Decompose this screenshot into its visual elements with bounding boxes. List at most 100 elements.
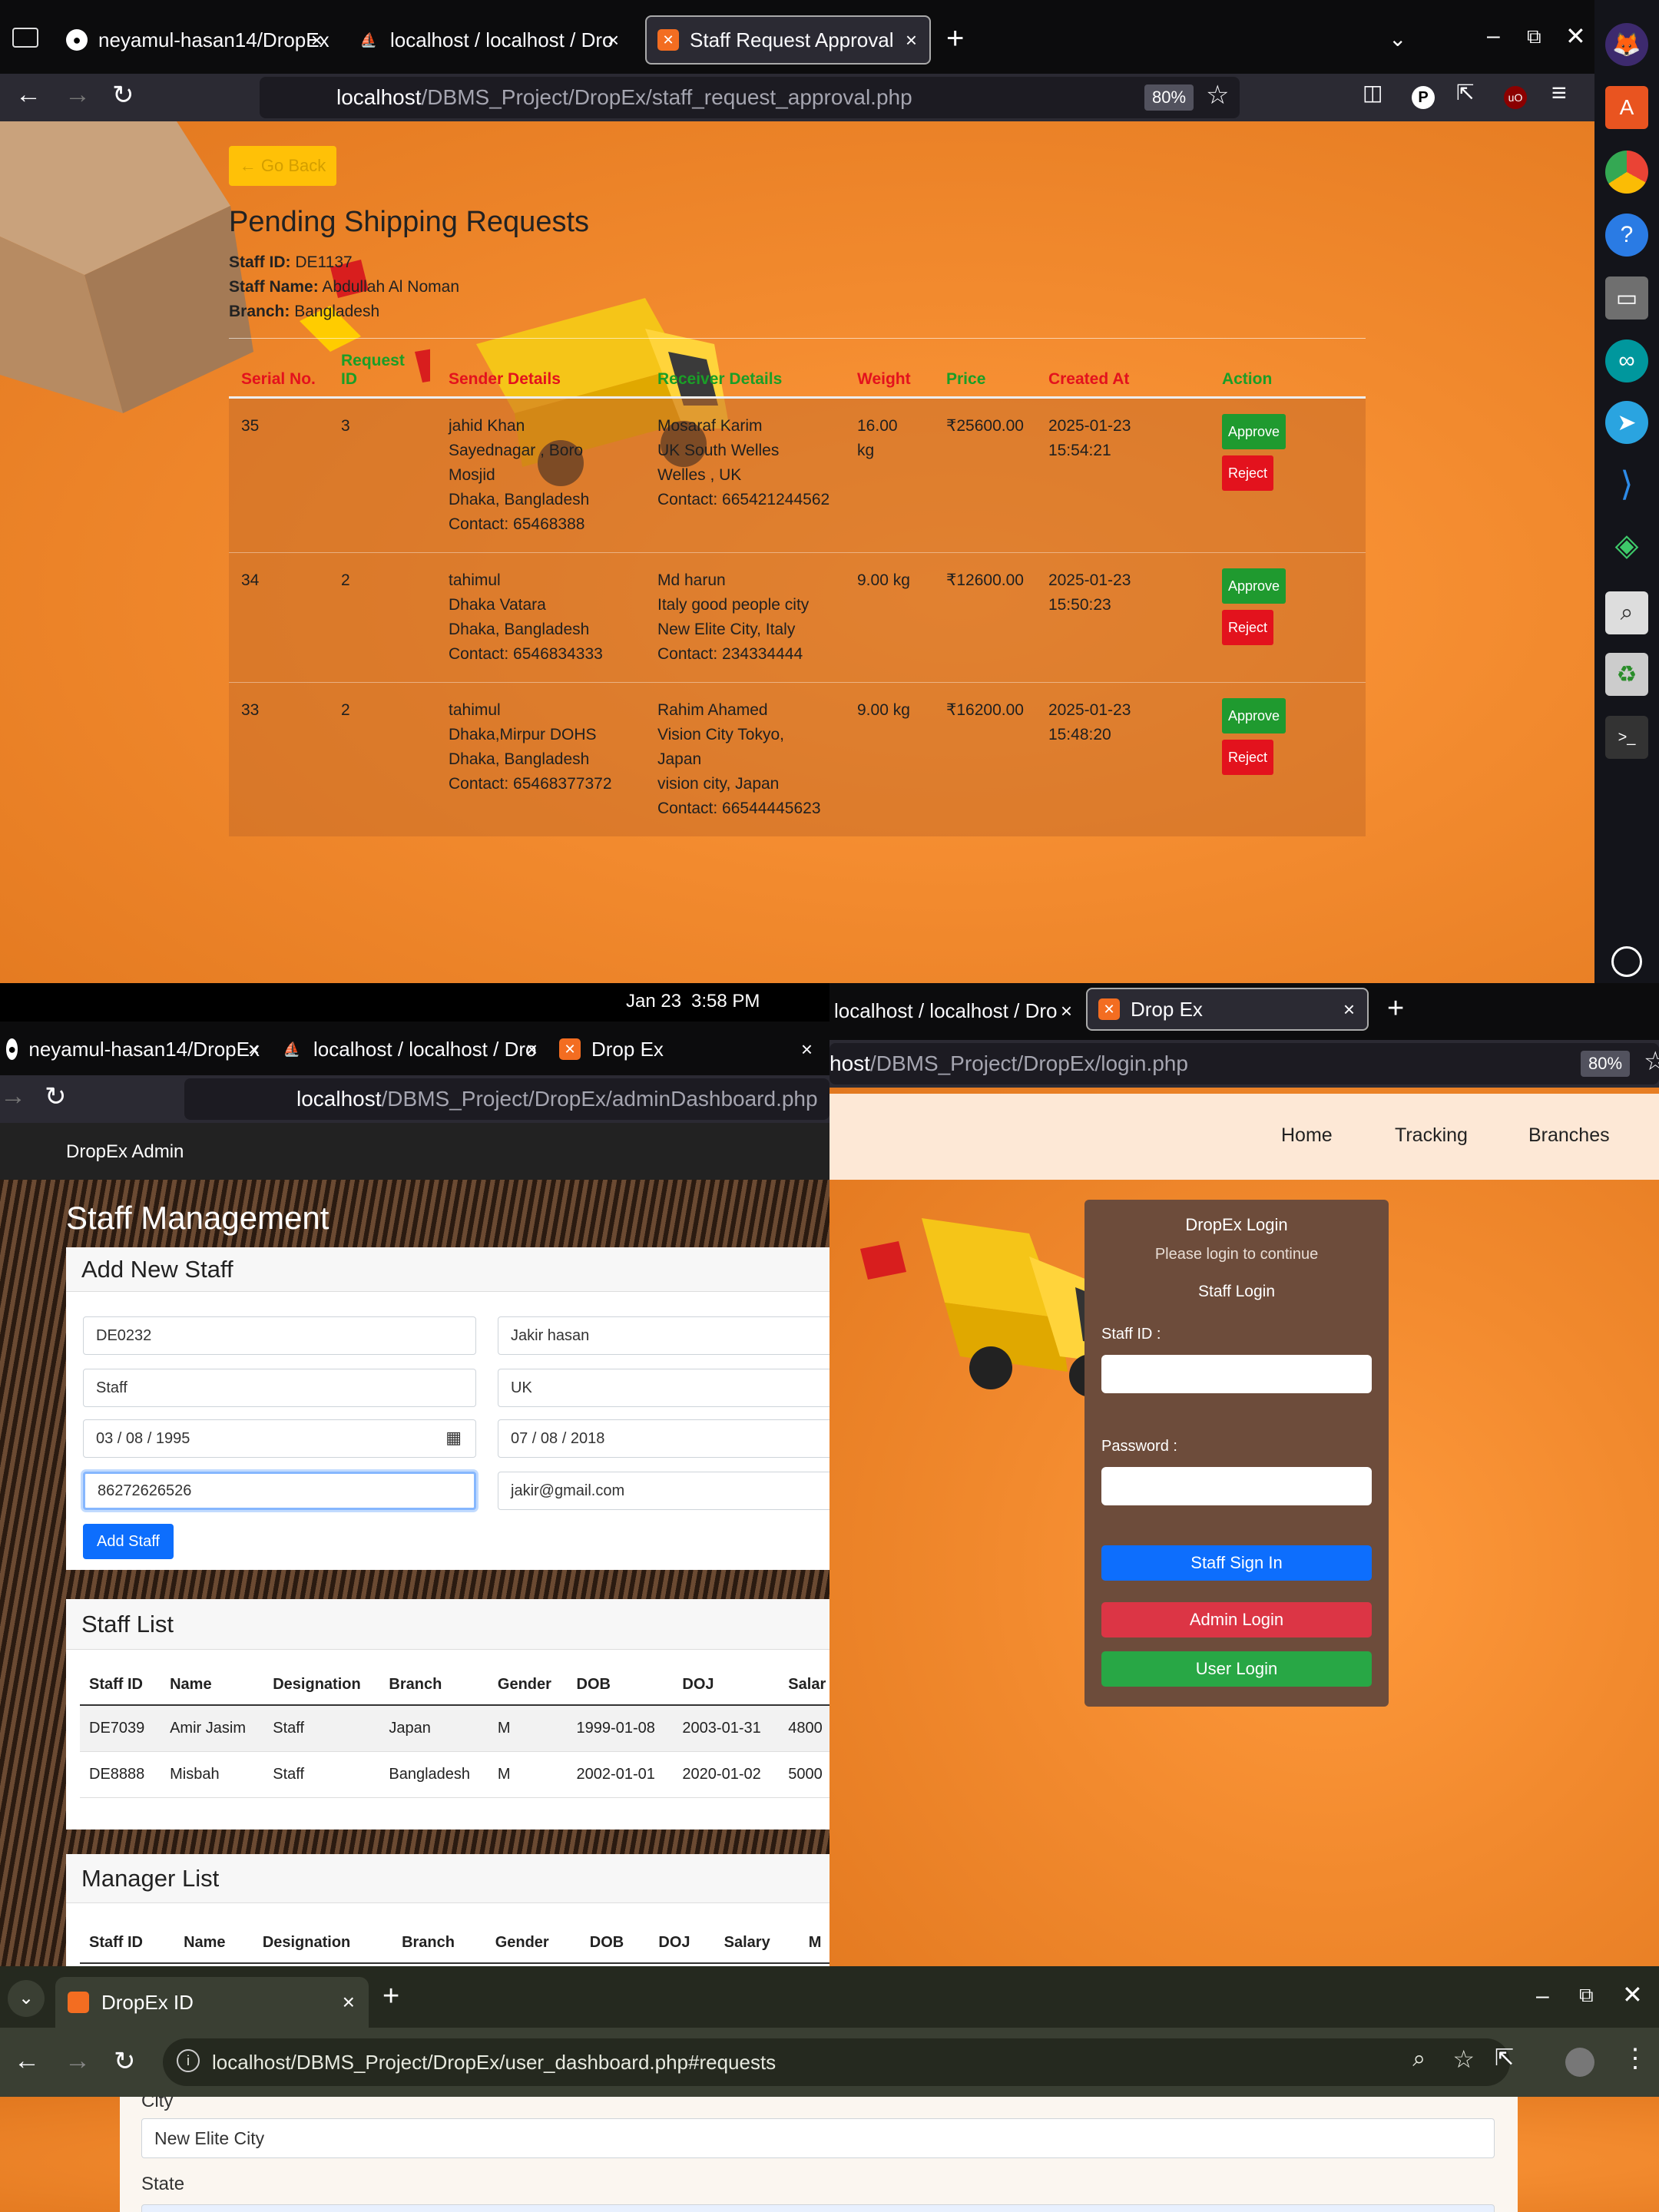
close-window-icon[interactable]: ✕ [1622,1980,1643,2009]
brand[interactable]: DropEx Admin [66,1141,184,1163]
arduino-icon[interactable]: ∞ [1605,339,1648,382]
minimize-icon[interactable]: – [1487,23,1500,49]
close-tab-icon[interactable]: × [526,1038,538,1061]
zoom-badge[interactable]: 80% [1144,84,1194,111]
back-icon[interactable]: ← [15,80,41,110]
url-bar[interactable]: host/DBMS_Project/DropEx/login.php [830,1043,1659,1084]
firefox-icon[interactable]: 🦊 [1605,23,1648,66]
staff-id-field[interactable] [1101,1355,1372,1393]
tab-phpmyadmin[interactable]: localhost / localhost / Dro × [834,986,1072,1035]
add-staff-button[interactable]: Add Staff [83,1524,174,1559]
tab-dropex-id[interactable]: DropEx ID × [55,1977,369,2028]
extensions-icon[interactable]: ⇱ [1456,80,1474,105]
staff-col-header: Branch [379,1665,488,1706]
bookmark-star-icon[interactable]: ☆ [1206,80,1229,111]
reject-button[interactable]: Reject [1221,740,1273,775]
new-tab-icon[interactable]: + [946,22,964,56]
chrome-menu-icon[interactable]: ⋮ [1622,2043,1648,2074]
reload-icon[interactable]: ↻ [45,1081,67,1112]
staff-cell: Bangladesh [379,1751,488,1798]
back-icon[interactable]: ← [14,2046,40,2076]
bookmark-star-icon[interactable]: ☆ [1452,2045,1475,2074]
terminal-icon[interactable]: >_ [1605,716,1648,759]
restore-icon[interactable]: ⧉ [1579,1983,1594,2008]
tab-github[interactable]: ● neyamul-hasan14/DropEx × [6,1025,260,1074]
close-tab-icon[interactable]: × [801,1038,813,1061]
close-tab-icon[interactable]: × [311,28,323,52]
menu-icon[interactable]: ≡ [1551,78,1567,108]
tab-search-icon[interactable]: ⌄ [8,1980,45,2017]
nav-branches[interactable]: Branches [1528,1124,1610,1147]
forward-icon[interactable]: → [0,1081,26,1111]
staff-sign-in-button[interactable]: Staff Sign In [1101,1545,1372,1581]
trash-icon[interactable]: ♻ [1605,653,1648,696]
vscode-icon[interactable]: ⟩ [1605,462,1648,505]
list-tabs-icon[interactable]: ⌄ [1389,26,1406,51]
bookmark-star-icon[interactable]: ☆ [1644,1046,1659,1077]
tab-phpmyadmin[interactable]: ⛵ localhost / localhost / Dro × [358,15,631,65]
approve-button[interactable]: Approve [1221,568,1286,604]
restore-icon[interactable]: ⧉ [1527,25,1541,49]
dob-input[interactable]: 03 / 08 / 1995 ▦ [83,1419,476,1458]
reload-icon[interactable]: ↻ [112,80,134,111]
approve-button[interactable]: Approve [1221,414,1286,449]
url-bar[interactable]: localhost/DBMS_Project/DropEx/adminDashb… [184,1078,830,1120]
new-tab-icon[interactable]: + [382,1980,399,2013]
close-tab-icon[interactable]: × [608,28,619,52]
layers-icon[interactable]: ◈ [1605,524,1648,567]
ubuntu-logo-icon[interactable] [1611,946,1642,977]
help-icon[interactable]: ? [1605,214,1648,257]
close-tab-icon[interactable]: × [343,1990,355,2015]
magnifier-icon[interactable]: ⌕ [1605,591,1648,634]
tab-drop-ex[interactable]: ✕ Drop Ex × [1086,988,1369,1031]
minimize-icon[interactable]: – [1536,1983,1549,2009]
close-window-icon[interactable]: ✕ [1565,22,1586,51]
city-input[interactable]: New Elite City [141,2118,1495,2158]
designation-input[interactable]: Staff [83,1369,476,1407]
phone-input[interactable]: 86272626526 [83,1472,476,1510]
url-bar[interactable]: localhost/DBMS_Project/DropEx/staff_requ… [260,77,1240,118]
profile-p-icon[interactable]: P [1412,86,1435,109]
close-tab-icon[interactable]: × [1343,998,1355,1022]
forward-icon[interactable]: → [65,2046,91,2076]
chrome-icon[interactable] [1605,151,1648,194]
user-login-button[interactable]: User Login [1101,1651,1372,1687]
branch-input[interactable]: UK [498,1369,830,1407]
nav-tracking[interactable]: Tracking [1395,1124,1468,1147]
ublock-icon[interactable]: uO [1504,86,1527,109]
doj-input[interactable]: 07 / 08 / 2018 [498,1419,830,1458]
close-tab-icon[interactable]: × [906,28,917,52]
app-center-icon[interactable]: A [1605,86,1648,129]
staff-id-input[interactable]: DE0232 [83,1316,476,1355]
admin-login-button[interactable]: Admin Login [1101,1602,1372,1637]
tab-phpmyadmin[interactable]: ⛵ localhost / localhost / Dro × [281,1025,538,1074]
zoom-out-icon[interactable]: ⌕ [1412,2046,1426,2072]
extensions-icon[interactable]: ⇱ [1495,2045,1514,2071]
calendar-icon[interactable]: ▦ [445,1428,462,1448]
reject-button[interactable]: Reject [1221,455,1273,491]
close-tab-icon[interactable]: × [248,1038,260,1061]
reject-button[interactable]: Reject [1221,610,1273,645]
go-back-button[interactable]: ← Go Back [229,146,336,186]
name-input[interactable]: Jakir hasan [498,1316,830,1355]
tab-drop-ex[interactable]: ✕ Drop Ex × [559,1025,813,1074]
files-icon[interactable]: ▭ [1605,276,1648,320]
close-tab-icon[interactable]: × [1061,999,1072,1023]
password-field[interactable] [1101,1467,1372,1505]
approve-button[interactable]: Approve [1221,698,1286,733]
state-input[interactable] [141,2204,1495,2212]
zoom-badge[interactable]: 80% [1581,1051,1631,1077]
tab-overview-icon[interactable] [12,28,38,48]
avatar[interactable] [1565,2048,1594,2077]
telegram-icon[interactable]: ➤ [1605,401,1648,444]
tab-staff-request-approval[interactable]: ✕ Staff Request Approval × [645,15,931,65]
email-input[interactable]: jakir@gmail.com [498,1472,830,1510]
pocket-icon[interactable]: ◫ [1363,80,1382,105]
new-tab-icon[interactable]: + [1387,992,1404,1025]
omnibox[interactable]: i localhost/DBMS_Project/DropEx/user_das… [163,2038,1510,2086]
forward-icon[interactable]: → [65,80,91,110]
nav-home[interactable]: Home [1281,1124,1333,1147]
site-info-icon[interactable]: i [177,2049,200,2072]
reload-icon[interactable]: ↻ [114,2046,136,2077]
tab-github[interactable]: ● neyamul-hasan14/DropEx × [66,15,335,65]
